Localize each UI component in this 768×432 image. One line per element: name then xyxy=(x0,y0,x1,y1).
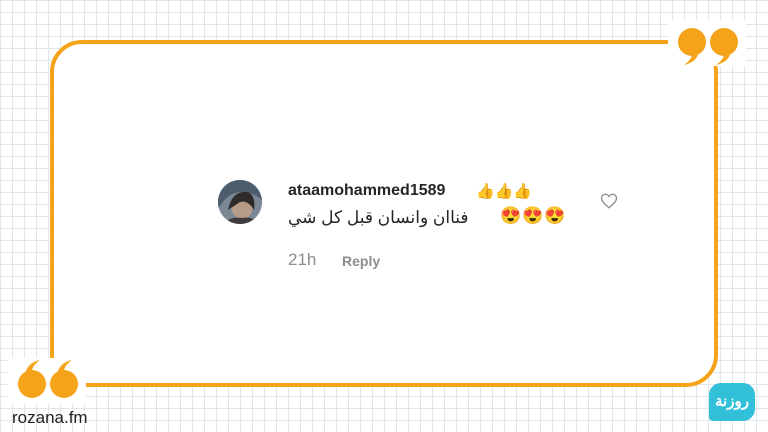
comment-text: فناان وانسان قبل كل شي xyxy=(288,208,469,227)
brand-site: rozana.fm xyxy=(12,408,88,427)
comment-username[interactable]: ataamohammed1589 xyxy=(288,182,445,200)
comment-time: 21h xyxy=(288,250,317,269)
comment: ataamohammed1589 👍👍👍 فناان وانسان قبل كل… xyxy=(218,178,628,278)
quote-mark-icon xyxy=(668,20,746,66)
heart-eyes-emoji: 😍😍😍 xyxy=(500,206,567,225)
thumbs-up-emoji: 👍👍👍 xyxy=(476,183,533,200)
quote-mark-icon xyxy=(8,358,86,404)
reply-button[interactable]: Reply xyxy=(342,253,380,269)
rozana-logo: روزنة xyxy=(709,383,755,421)
avatar[interactable] xyxy=(218,180,262,224)
heart-icon[interactable] xyxy=(600,192,618,210)
